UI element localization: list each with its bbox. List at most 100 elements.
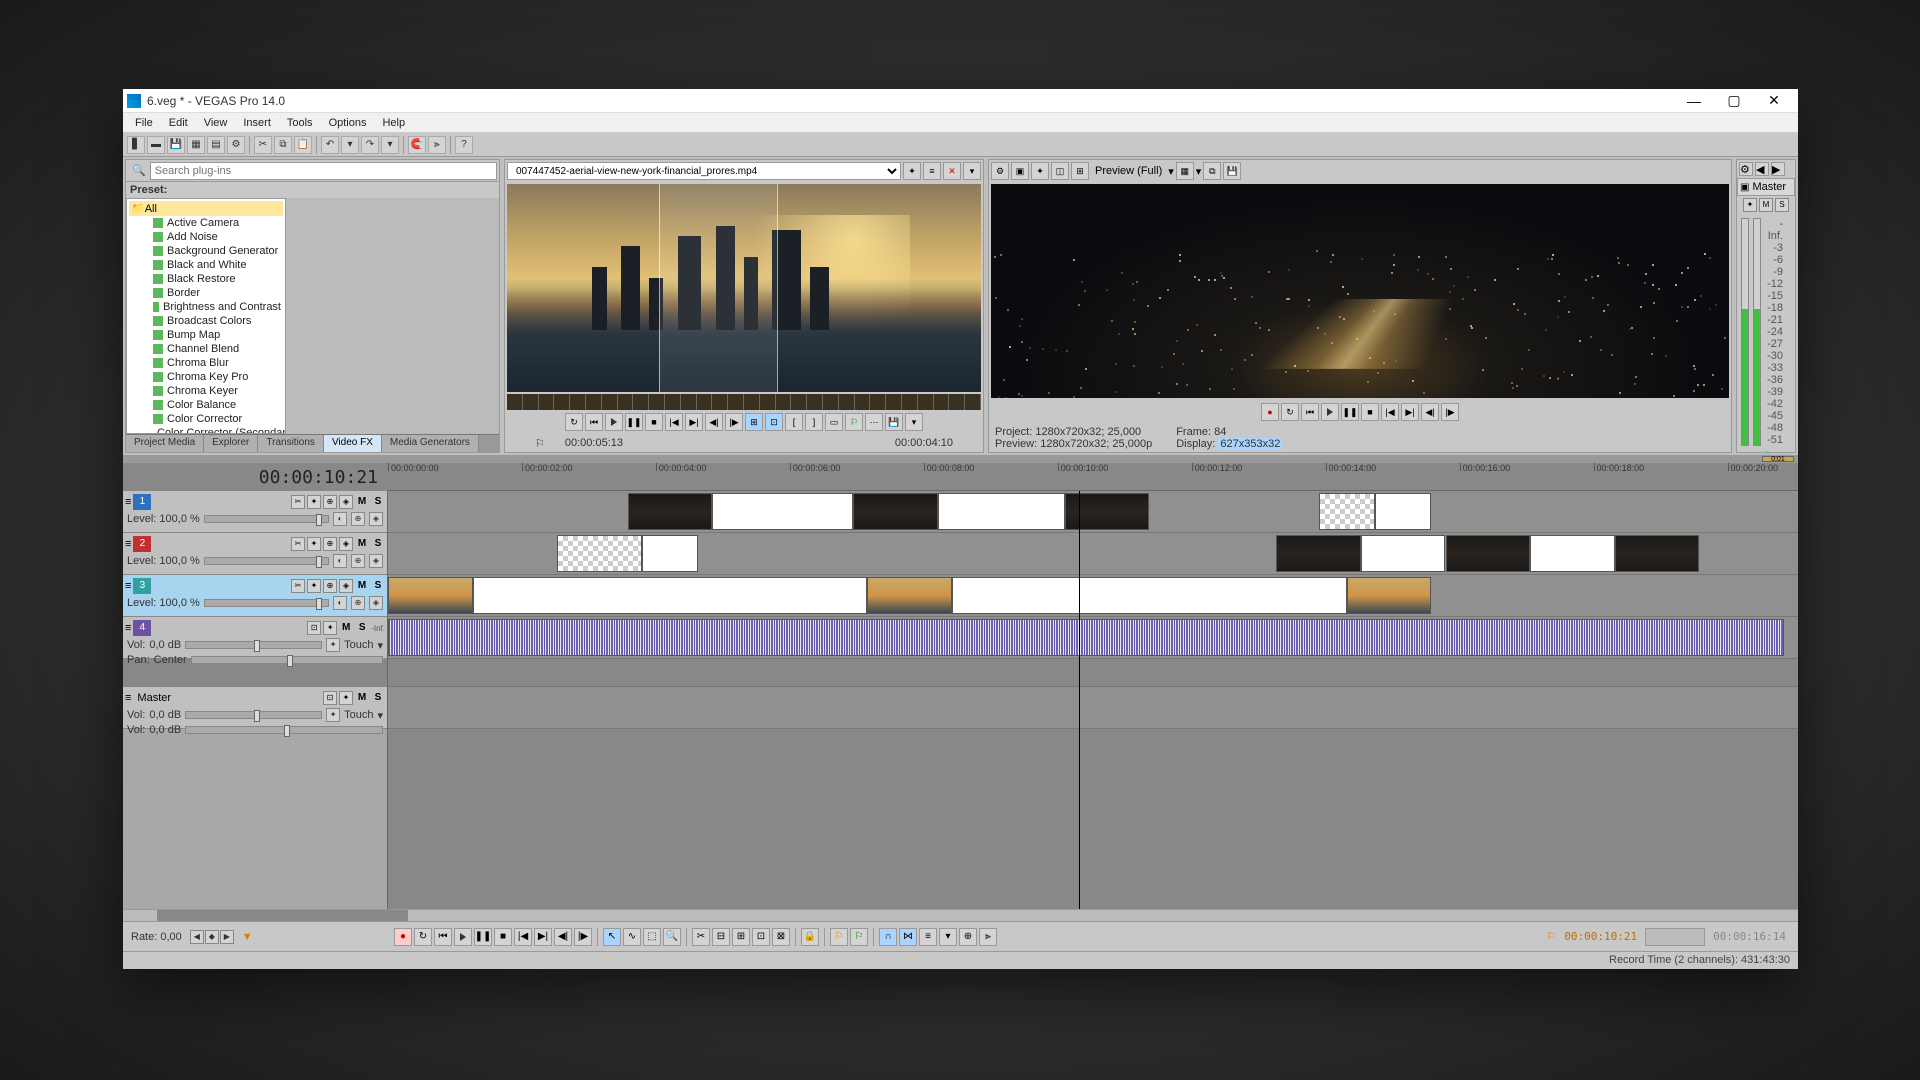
fx-item[interactable]: Border (129, 286, 283, 300)
bottom-time-1[interactable]: 00:00:10:21 (1558, 930, 1643, 943)
fx-item[interactable]: Color Corrector (Secondary) (129, 426, 283, 434)
bb-normal-tool-icon[interactable]: ↖ (603, 928, 621, 946)
fx-item[interactable]: Color Balance (129, 398, 283, 412)
clip[interactable] (388, 577, 473, 614)
clip[interactable] (1276, 535, 1361, 572)
t1-fx-icon[interactable]: ✦ (307, 495, 321, 509)
undo-drop-icon[interactable]: ▾ (341, 136, 359, 154)
pv-next-icon[interactable]: |▶ (1441, 403, 1459, 421)
t1-slider[interactable] (204, 515, 329, 523)
bb-snap-icon[interactable]: ∩ (879, 928, 897, 946)
meter-s[interactable]: S (1775, 198, 1789, 212)
rate-mid-icon[interactable]: ◆ (205, 930, 219, 944)
preview-quality[interactable]: Preview (Full) (1091, 165, 1166, 177)
fx-plugin-list[interactable]: 📁 All Active CameraAdd NoiseBackground G… (126, 198, 286, 434)
stop-icon[interactable]: ■ (645, 413, 663, 431)
goto-start-icon[interactable]: |◀ (665, 413, 683, 431)
bb-t3-icon[interactable]: ⊡ (752, 928, 770, 946)
clip[interactable] (1530, 535, 1615, 572)
bb-t2-icon[interactable]: ⊞ (732, 928, 750, 946)
pv-playstart-icon[interactable]: ⏮ (1301, 403, 1319, 421)
bb-end-icon[interactable]: ▶| (534, 928, 552, 946)
clip[interactable] (1319, 493, 1375, 530)
pv-end-icon[interactable]: ▶| (1401, 403, 1419, 421)
menu-view[interactable]: View (196, 115, 236, 131)
timeline-hscroll[interactable] (123, 909, 1798, 921)
pv-settings-icon[interactable]: ⚙ (991, 162, 1009, 180)
bb-q1-icon[interactable]: ≡ (919, 928, 937, 946)
bb-stop-icon[interactable]: ■ (494, 928, 512, 946)
goto-end-icon[interactable]: ▶| (685, 413, 703, 431)
mark-out-icon[interactable]: ] (805, 413, 823, 431)
pv-play-icon[interactable] (1321, 403, 1339, 421)
open-icon[interactable]: ▬ (147, 136, 165, 154)
t1-auto-icon[interactable]: ⊕ (323, 495, 337, 509)
bottom-time-2[interactable]: 00:00:16:14 (1707, 930, 1792, 943)
bb-next-icon[interactable]: |▶ (574, 928, 592, 946)
properties-icon[interactable]: ▤ (207, 136, 225, 154)
audio-clip[interactable] (388, 619, 1784, 656)
bb-record-icon[interactable]: ● (394, 928, 412, 946)
fx-item[interactable]: Black Restore (129, 272, 283, 286)
trimmer-opt1-icon[interactable]: ≡ (923, 162, 941, 180)
menu-file[interactable]: File (127, 115, 161, 131)
fx-search-input[interactable] (150, 162, 497, 180)
meter-set-icon[interactable]: ⚙ (1739, 162, 1753, 176)
clip[interactable] (642, 535, 698, 572)
trimmer-fx-icon[interactable]: ✦ (903, 162, 921, 180)
t1-b3-icon[interactable]: ◈ (369, 512, 383, 526)
meter-m[interactable]: M (1759, 198, 1773, 212)
pv-pause-icon[interactable]: ❚❚ (1341, 403, 1359, 421)
pv-split-icon[interactable]: ◫ (1051, 162, 1069, 180)
time-scrub[interactable] (1645, 928, 1705, 946)
track-lanes[interactable] (388, 491, 1798, 909)
bb-q3-icon[interactable]: ⊕ (959, 928, 977, 946)
clip[interactable] (1615, 535, 1700, 572)
fx-item[interactable]: Broadcast Colors (129, 314, 283, 328)
fx-item[interactable]: Chroma Key Pro (129, 370, 283, 384)
fx-item[interactable]: Add Noise (129, 230, 283, 244)
tab-media-generators[interactable]: Media Generators (382, 435, 479, 452)
fx-item[interactable]: Black and White (129, 258, 283, 272)
more-icon[interactable]: ⋯ (865, 413, 883, 431)
bb-lock-icon[interactable]: 🔒 (801, 928, 819, 946)
bb-ripple-icon[interactable]: ⫸ (979, 928, 997, 946)
track-head-3[interactable]: ≡3✂✦⊕◈MS Level: 100,0 %◐⊕◈ (123, 575, 387, 617)
playhead[interactable] (1079, 491, 1080, 909)
track-head-master[interactable]: ≡Master⊡✦MS Vol:0,0 dB✦Touch▾ Vol:0,0 dB (123, 687, 387, 729)
add-to-timeline-icon[interactable]: ⊞ (745, 413, 763, 431)
tab-explorer[interactable]: Explorer (204, 435, 258, 452)
bb-select-icon[interactable]: ⬚ (643, 928, 661, 946)
bb-playstart-icon[interactable]: ⏮ (434, 928, 452, 946)
fit-icon[interactable]: ⊡ (765, 413, 783, 431)
next-frame-icon[interactable]: |▶ (725, 413, 743, 431)
bb-cut-icon[interactable]: ✂ (692, 928, 710, 946)
pv-ext-icon[interactable]: ▣ (1011, 162, 1029, 180)
redo-drop-icon[interactable]: ▾ (381, 136, 399, 154)
bb-loop-icon[interactable]: ↻ (414, 928, 432, 946)
t1-solo[interactable]: S (371, 495, 385, 509)
pv-record-icon[interactable]: ● (1261, 403, 1279, 421)
render-icon[interactable]: ▦ (187, 136, 205, 154)
region-icon[interactable]: ▭ (825, 413, 843, 431)
clip[interactable] (557, 535, 642, 572)
bb-prev-icon[interactable]: ◀| (554, 928, 572, 946)
panel-separator[interactable]: 0:01 (123, 455, 1798, 463)
rate-next-icon[interactable]: ▶ (220, 930, 234, 944)
timeline-ruler[interactable]: 00:00:00:0000:00:02:0000:00:04:0000:00:0… (388, 463, 1798, 491)
bb-t4-icon[interactable]: ⊠ (772, 928, 790, 946)
new-icon[interactable]: ▋ (127, 136, 145, 154)
t1-b1-icon[interactable]: ◐ (333, 512, 347, 526)
loop-icon[interactable]: ↻ (565, 413, 583, 431)
pv-grid-drop-icon[interactable]: ▾ (1196, 165, 1202, 178)
clip[interactable] (952, 577, 1347, 614)
prev-frame-icon[interactable]: ◀| (705, 413, 723, 431)
mark-in-icon[interactable]: [ (785, 413, 803, 431)
clip[interactable] (1065, 493, 1150, 530)
help-icon[interactable]: ? (455, 136, 473, 154)
t1-comp-icon[interactable]: ◈ (339, 495, 353, 509)
menu-tools[interactable]: Tools (279, 115, 321, 131)
bb-autosnap-icon[interactable]: ⋈ (899, 928, 917, 946)
fx-item[interactable]: Background Generator (129, 244, 283, 258)
copy-icon[interactable]: ⧉ (274, 136, 292, 154)
